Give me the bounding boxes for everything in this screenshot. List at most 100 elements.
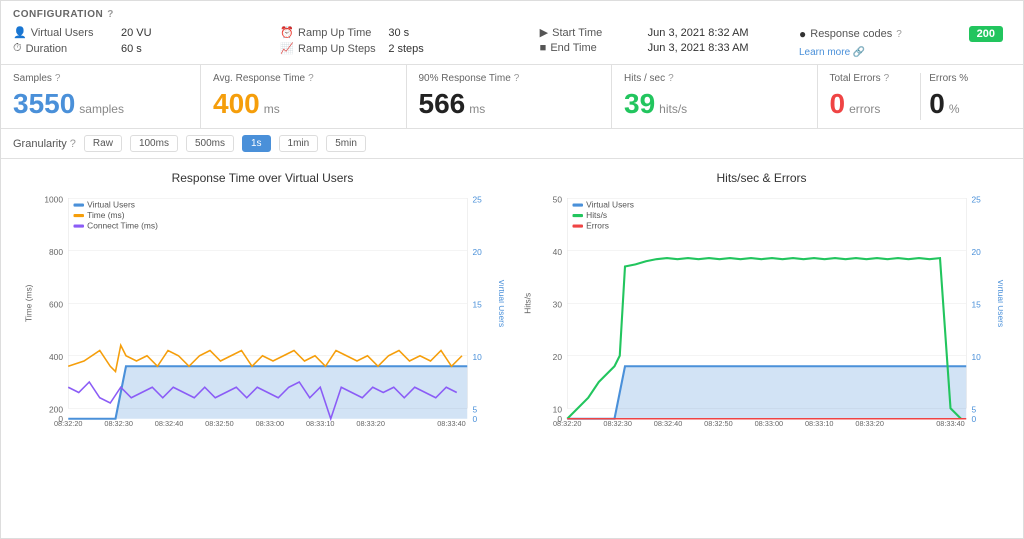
end-time-label: ■ End Time <box>540 42 640 54</box>
svg-text:08:33:10: 08:33:10 <box>805 419 834 428</box>
svg-text:Time (ms): Time (ms) <box>23 284 33 322</box>
svg-text:20: 20 <box>473 247 483 257</box>
total-errors-inner: Total Errors ? 0 errors <box>830 73 921 120</box>
chart1-title: Response Time over Virtual Users <box>21 171 504 185</box>
ramp-up-icon: ⏰ <box>280 26 294 39</box>
svg-text:Hits/s: Hits/s <box>586 210 607 220</box>
p90-response-box: 90% Response Time ? 566 ms <box>407 65 613 128</box>
svg-text:0: 0 <box>972 414 977 424</box>
svg-text:600: 600 <box>49 299 63 309</box>
avg-response-help-icon[interactable]: ? <box>308 73 314 84</box>
chart1-area: 1000 800 600 400 200 0 Time (ms) 25 20 1… <box>21 189 504 449</box>
hits-sec-unit: hits/s <box>659 102 687 116</box>
gran-btn-500ms[interactable]: 500ms <box>186 135 234 152</box>
granularity-label: Granularity ? <box>13 138 76 150</box>
svg-text:20: 20 <box>972 247 982 257</box>
virtual-users-value: 20 VU <box>121 27 152 39</box>
gran-btn-100ms[interactable]: 100ms <box>130 135 178 152</box>
svg-text:400: 400 <box>49 352 63 362</box>
circle-icon: ● <box>799 27 806 41</box>
svg-text:25: 25 <box>473 194 483 204</box>
stop-icon: ■ <box>540 42 547 54</box>
avg-response-label: Avg. Response Time ? <box>213 73 394 84</box>
svg-text:50: 50 <box>553 194 563 204</box>
svg-text:Virtual Users: Virtual Users <box>87 200 135 210</box>
samples-label: Samples ? <box>13 73 188 84</box>
p90-response-unit: ms <box>469 102 485 116</box>
steps-icon: 📈 <box>280 42 294 55</box>
svg-text:20: 20 <box>553 352 563 362</box>
hits-sec-value: 39 <box>624 88 655 120</box>
p90-response-label: 90% Response Time ? <box>419 73 600 84</box>
svg-text:25: 25 <box>972 194 982 204</box>
svg-text:08:33:40: 08:33:40 <box>437 419 466 428</box>
samples-value: 3550 <box>13 88 75 120</box>
svg-text:Virtual Users: Virtual Users <box>497 279 504 327</box>
start-time-label: ▶ Start Time <box>540 26 640 39</box>
config-title: CONFIGURATION ? <box>13 9 1011 20</box>
errors-pct-label: Errors % <box>929 73 1011 84</box>
charts-section: Response Time over Virtual Users 1000 80… <box>1 159 1023 469</box>
svg-text:Errors: Errors <box>586 221 609 231</box>
virtual-users-label: 👤 Virtual Users <box>13 26 113 39</box>
chart1-svg: 1000 800 600 400 200 0 Time (ms) 25 20 1… <box>21 189 504 449</box>
hits-sec-box: Hits / sec ? 39 hits/s <box>612 65 818 128</box>
total-errors-value: 0 <box>830 88 846 120</box>
ramp-up-time-value: 30 s <box>388 27 409 39</box>
avg-response-unit: ms <box>264 102 280 116</box>
p90-response-value: 566 <box>419 88 466 120</box>
svg-text:40: 40 <box>553 247 563 257</box>
hits-sec-help-icon[interactable]: ? <box>668 73 674 84</box>
svg-text:08:32:40: 08:32:40 <box>654 419 683 428</box>
granularity-help-icon[interactable]: ? <box>70 138 76 150</box>
p90-response-help-icon[interactable]: ? <box>514 73 520 84</box>
svg-text:08:33:10: 08:33:10 <box>306 419 335 428</box>
response-codes-label: Response codes <box>810 28 892 40</box>
errors-box: Total Errors ? 0 errors Errors % 0 % <box>818 65 1024 128</box>
svg-text:Hits/s: Hits/s <box>523 293 533 314</box>
svg-text:Virtual Users: Virtual Users <box>996 279 1003 327</box>
samples-unit: samples <box>79 102 124 116</box>
samples-help-icon[interactable]: ? <box>55 73 61 84</box>
chart2-svg: 50 40 30 20 10 0 Hits/s 25 20 15 10 5 0 … <box>520 189 1003 449</box>
total-errors-label: Total Errors ? <box>830 73 921 84</box>
svg-text:800: 800 <box>49 247 63 257</box>
chart2-title: Hits/sec & Errors <box>520 171 1003 185</box>
svg-text:08:32:20: 08:32:20 <box>553 419 582 428</box>
start-time-value: Jun 3, 2021 8:32 AM <box>648 27 749 39</box>
chart2-area: 50 40 30 20 10 0 Hits/s 25 20 15 10 5 0 … <box>520 189 1003 449</box>
svg-text:08:33:00: 08:33:00 <box>755 419 784 428</box>
svg-text:Time (ms): Time (ms) <box>87 210 125 220</box>
gran-btn-raw[interactable]: Raw <box>84 135 122 152</box>
response-codes-help-icon[interactable]: ? <box>896 29 902 40</box>
duration-label: ⏱ Duration <box>13 42 113 55</box>
gran-btn-1min[interactable]: 1min <box>279 135 319 152</box>
chart1-container: Response Time over Virtual Users 1000 80… <box>13 167 512 461</box>
granularity-section: Granularity ? Raw 100ms 500ms 1s 1min 5m… <box>1 129 1023 159</box>
config-help-icon[interactable]: ? <box>107 9 114 20</box>
errors-pct-unit: % <box>949 102 960 116</box>
avg-response-box: Avg. Response Time ? 400 ms <box>201 65 407 128</box>
gran-btn-1s[interactable]: 1s <box>242 135 271 152</box>
learn-more-link[interactable]: Learn more 🔗 <box>799 47 865 58</box>
svg-text:30: 30 <box>553 299 563 309</box>
svg-text:15: 15 <box>473 299 483 309</box>
ramp-up-steps-value: 2 steps <box>388 43 423 55</box>
svg-text:Virtual Users: Virtual Users <box>586 200 634 210</box>
svg-text:15: 15 <box>972 299 982 309</box>
total-errors-help-icon[interactable]: ? <box>884 73 890 84</box>
total-errors-unit: errors <box>849 102 880 116</box>
svg-text:08:33:20: 08:33:20 <box>356 419 385 428</box>
svg-text:08:32:40: 08:32:40 <box>155 419 184 428</box>
svg-text:Connect Time (ms): Connect Time (ms) <box>87 221 158 231</box>
duration-value: 60 s <box>121 43 142 55</box>
chart2-container: Hits/sec & Errors 50 40 30 20 <box>512 167 1011 461</box>
svg-text:08:32:50: 08:32:50 <box>704 419 733 428</box>
errors-pct-value: 0 <box>929 88 945 120</box>
ramp-up-time-label: ⏰ Ramp Up Time <box>280 26 380 39</box>
svg-text:1000: 1000 <box>44 194 63 204</box>
avg-response-value: 400 <box>213 88 260 120</box>
samples-box: Samples ? 3550 samples <box>1 65 201 128</box>
gran-btn-5min[interactable]: 5min <box>326 135 366 152</box>
svg-text:08:32:30: 08:32:30 <box>603 419 632 428</box>
